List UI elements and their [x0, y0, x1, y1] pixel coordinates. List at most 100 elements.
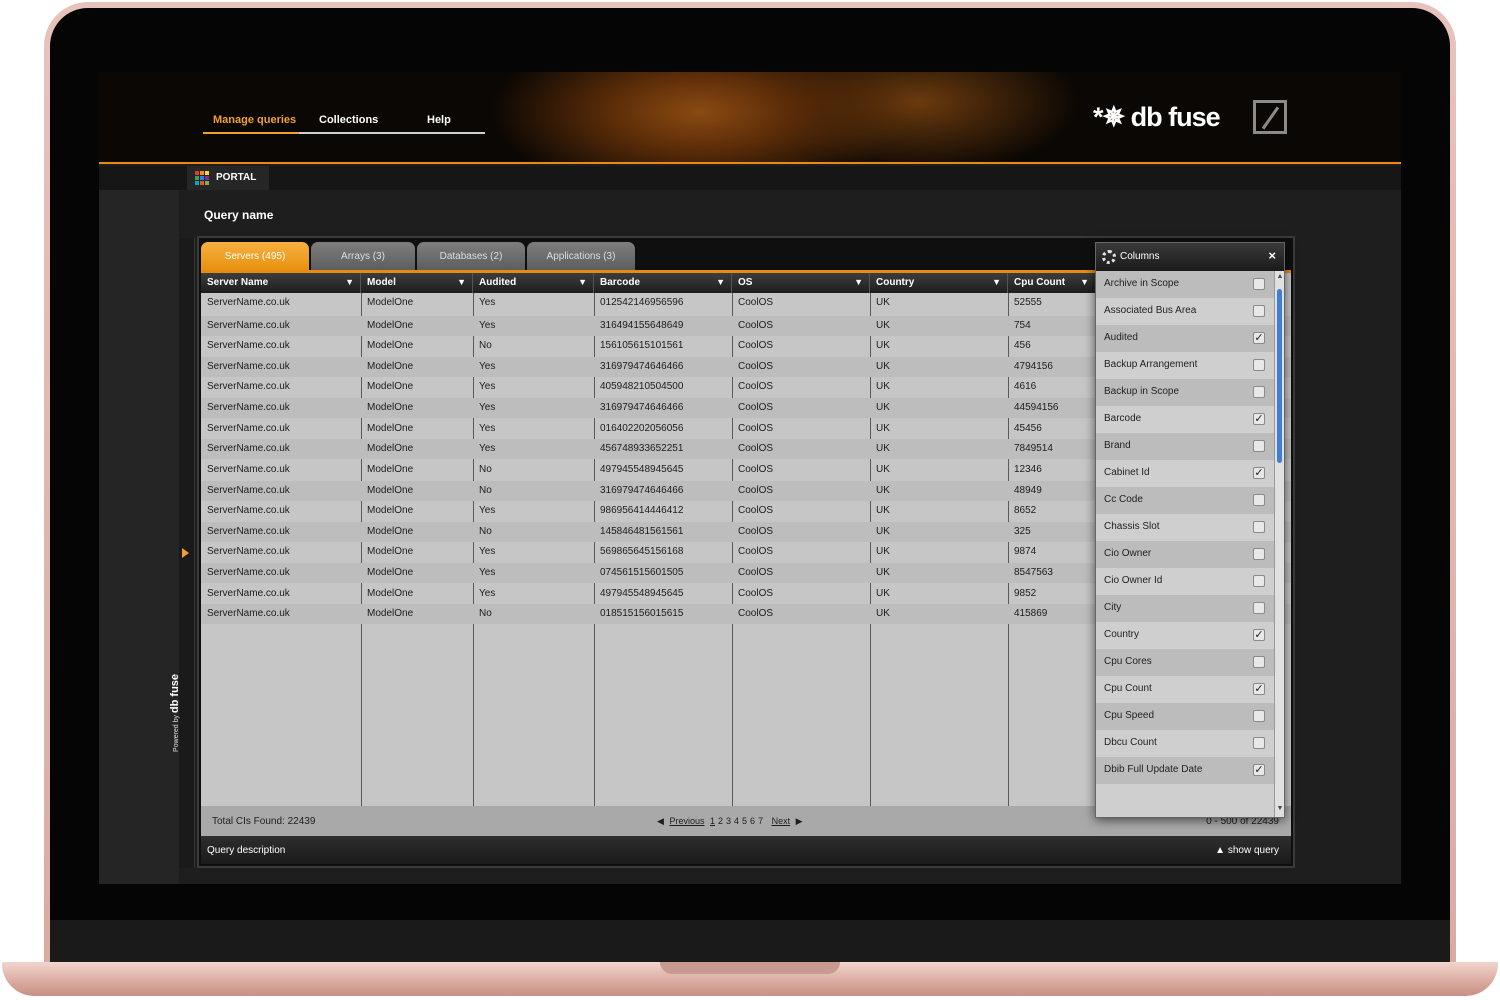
column-option[interactable]: Backup Arrangement [1096, 352, 1274, 379]
sort-down-icon[interactable]: ▼ [457, 277, 466, 287]
column-header-server-name[interactable]: Server Name ▼ [201, 273, 361, 293]
tab-databases[interactable]: Databases (2) [417, 242, 525, 270]
cell-os: CoolOS [738, 464, 774, 475]
sort-down-icon[interactable]: ▼ [578, 277, 587, 287]
portal-tab[interactable]: PORTAL [187, 166, 269, 190]
column-option-checkbox[interactable] [1253, 305, 1265, 317]
sort-down-icon[interactable]: ▼ [992, 277, 1001, 287]
sort-down-icon[interactable]: ▼ [1080, 277, 1089, 287]
column-header-barcode[interactable]: Barcode ▼ [594, 273, 732, 293]
column-option[interactable]: Dbcu Count [1096, 730, 1274, 757]
column-option-checkbox[interactable] [1253, 710, 1265, 722]
page-link[interactable]: 2 [718, 816, 723, 826]
column-option[interactable]: Country ✓ [1096, 622, 1274, 649]
scroll-thumb[interactable] [1277, 289, 1282, 463]
column-option-checkbox[interactable]: ✓ [1253, 332, 1265, 344]
column-header-country[interactable]: Country ▼ [870, 273, 1008, 293]
column-option[interactable]: Dbib Full Update Date ✓ [1096, 757, 1274, 784]
page-link[interactable]: 3 [726, 816, 731, 826]
next-arrow-icon[interactable]: ▶ [796, 816, 803, 826]
nav-manage-queries[interactable]: Manage queries [213, 114, 296, 126]
laptop-bezel-bottom [50, 920, 1450, 962]
nav-active-indicator [203, 132, 299, 134]
scroll-up-icon[interactable]: ▲ [1276, 273, 1284, 280]
cell-server-name: ServerName.co.uk [207, 546, 290, 557]
column-option[interactable]: Chassis Slot [1096, 514, 1274, 541]
column-header-label: Audited [479, 277, 517, 288]
column-option-checkbox[interactable]: ✓ [1253, 467, 1265, 479]
next-link[interactable]: Next [772, 816, 791, 826]
previous-link[interactable]: Previous [669, 816, 704, 826]
column-header-cpu-count[interactable]: Cpu Count ▼ [1008, 273, 1096, 293]
column-option-label: Cabinet Id [1104, 467, 1150, 478]
sort-down-icon[interactable]: ▼ [345, 277, 354, 287]
column-option-checkbox[interactable] [1253, 278, 1265, 290]
page-link[interactable]: 6 [750, 816, 755, 826]
nav-collections[interactable]: Collections [319, 114, 378, 126]
close-icon[interactable]: × [1268, 248, 1276, 263]
portal-grid-cell [200, 171, 204, 175]
previous-arrow-icon[interactable]: ◀ [657, 816, 664, 826]
column-option[interactable]: Barcode ✓ [1096, 406, 1274, 433]
cell-country: UK [876, 485, 890, 496]
page-link[interactable]: 1 [710, 816, 715, 826]
page-link[interactable]: 4 [734, 816, 739, 826]
column-option-checkbox[interactable]: ✓ [1253, 413, 1265, 425]
scroll-down-icon[interactable]: ▼ [1276, 805, 1284, 812]
column-option[interactable]: Cpu Count ✓ [1096, 676, 1274, 703]
column-option[interactable]: Backup in Scope [1096, 379, 1274, 406]
column-option[interactable]: Archive in Scope [1096, 271, 1274, 298]
column-option[interactable]: Cabinet Id ✓ [1096, 460, 1274, 487]
page-link[interactable]: 7 [758, 816, 763, 826]
tab-arrays[interactable]: Arrays (3) [311, 242, 415, 270]
column-option-checkbox[interactable] [1253, 602, 1265, 614]
column-option-checkbox[interactable] [1253, 521, 1265, 533]
columns-scrollbar[interactable]: ▲ ▼ [1274, 271, 1284, 817]
nav-help[interactable]: Help [427, 114, 451, 126]
column-option[interactable]: Cpu Cores [1096, 649, 1274, 676]
sort-down-icon[interactable]: ▼ [716, 277, 725, 287]
portal-grid-cell [195, 171, 199, 175]
column-option[interactable]: Cio Owner [1096, 541, 1274, 568]
column-header-model[interactable]: Model ▼ [361, 273, 473, 293]
cell-server-name: ServerName.co.uk [207, 423, 290, 434]
cell-audited: Yes [479, 402, 496, 413]
column-option[interactable]: City [1096, 595, 1274, 622]
column-option[interactable]: Audited ✓ [1096, 325, 1274, 352]
column-option-checkbox[interactable] [1253, 656, 1265, 668]
column-option-checkbox[interactable]: ✓ [1253, 683, 1265, 695]
show-query-toggle[interactable]: ▲ show query [1215, 845, 1279, 856]
portal-grid-cell [205, 176, 209, 180]
cell-audited: No [479, 485, 492, 496]
column-option-checkbox[interactable] [1253, 359, 1265, 371]
column-option-checkbox[interactable] [1253, 386, 1265, 398]
sort-down-icon[interactable]: ▼ [854, 277, 863, 287]
column-option-checkbox[interactable]: ✓ [1253, 764, 1265, 776]
cell-os: CoolOS [738, 361, 774, 372]
cell-barcode: 156105615101561 [600, 340, 684, 351]
left-rail [99, 190, 179, 884]
column-option-checkbox[interactable] [1253, 440, 1265, 452]
tab-applications[interactable]: Applications (3) [527, 242, 635, 270]
tab-servers[interactable]: Servers (495) [201, 242, 309, 270]
column-header-os[interactable]: OS ▼ [732, 273, 870, 293]
column-option[interactable]: Brand [1096, 433, 1274, 460]
expand-arrow-icon[interactable] [182, 548, 189, 558]
columns-popup-title: Columns [1120, 251, 1160, 262]
column-option-checkbox[interactable]: ✓ [1253, 629, 1265, 641]
cell-server-name: ServerName.co.uk [207, 340, 290, 351]
page-link[interactable]: 5 [742, 816, 747, 826]
column-option-checkbox[interactable] [1253, 575, 1265, 587]
column-option-checkbox[interactable] [1253, 494, 1265, 506]
cell-barcode: 012542146956596 [600, 297, 684, 308]
column-option-checkbox[interactable] [1253, 737, 1265, 749]
column-option-label: Brand [1104, 440, 1131, 451]
column-option[interactable]: Cio Owner Id [1096, 568, 1274, 595]
column-option-checkbox[interactable] [1253, 548, 1265, 560]
column-option[interactable]: Cc Code [1096, 487, 1274, 514]
cell-os: CoolOS [738, 320, 774, 331]
column-header-audited[interactable]: Audited ▼ [473, 273, 594, 293]
cell-audited: Yes [479, 443, 496, 454]
column-option[interactable]: Associated Bus Area [1096, 298, 1274, 325]
column-option[interactable]: Cpu Speed [1096, 703, 1274, 730]
